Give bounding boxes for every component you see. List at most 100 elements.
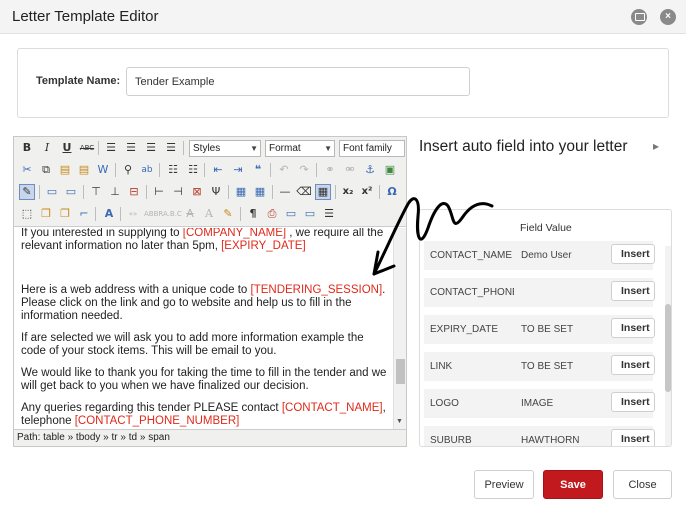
show-blocks-icon[interactable]: ⬚ xyxy=(19,206,35,222)
italic-icon[interactable]: I xyxy=(39,140,55,156)
remove-format-icon[interactable]: ⌫ xyxy=(296,184,312,200)
attributes-icon[interactable]: ✎ xyxy=(220,206,236,222)
insert-layer-icon[interactable]: ❐ xyxy=(38,206,54,222)
auto-field-row: LINK TO BE SET Insert xyxy=(424,352,655,381)
replace-icon[interactable]: ab xyxy=(139,162,155,178)
close-window-icon[interactable]: × xyxy=(660,9,676,25)
paragraph-intro: If you interested in supplying to [COMPA… xyxy=(21,228,391,253)
chevron-right-icon[interactable]: ▸ xyxy=(653,139,659,153)
delete-col-icon[interactable]: ⊠ xyxy=(189,184,205,200)
align-center-icon[interactable]: ☰ xyxy=(123,140,139,156)
insert-field-button[interactable]: Insert xyxy=(611,392,655,412)
page-break-icon[interactable]: ☰ xyxy=(321,206,337,222)
insert-field-button[interactable]: Insert xyxy=(611,281,655,301)
indent-icon[interactable]: ⇥ xyxy=(230,162,246,178)
underline-icon[interactable]: U xyxy=(59,140,75,156)
outdent-icon[interactable]: ⇤ xyxy=(210,162,226,178)
copy-icon[interactable]: ⧉ xyxy=(38,162,54,178)
editor-scrollbar[interactable]: ▼ xyxy=(393,228,406,429)
paste-icon[interactable]: ▤ xyxy=(57,162,73,178)
template-name-input[interactable] xyxy=(126,67,470,96)
numbered-list-icon[interactable]: ☷ xyxy=(185,162,201,178)
image-icon[interactable]: ▣ xyxy=(382,162,398,178)
editor-content-area[interactable]: If you interested in supplying to [COMPA… xyxy=(14,228,393,429)
editor-scrollbar-thumb[interactable] xyxy=(396,359,405,384)
del-icon[interactable]: A xyxy=(182,206,198,222)
visual-aid-icon[interactable]: ▦ xyxy=(315,184,331,200)
cite-icon[interactable]: «» xyxy=(125,206,141,222)
paragraph-text: Any queries regarding this tender PLEASE… xyxy=(21,402,282,414)
strikethrough-icon[interactable]: ABC xyxy=(79,140,95,156)
link-icon[interactable]: ⚭ xyxy=(322,162,338,178)
ins-icon[interactable]: A xyxy=(201,206,217,222)
field-name: SUBURB xyxy=(430,435,472,446)
insert-field-button[interactable]: Insert xyxy=(611,318,655,338)
horizontal-rule-icon[interactable]: — xyxy=(277,184,293,200)
insert-col-before-icon[interactable]: ⊢ xyxy=(151,184,167,200)
acronym-icon[interactable]: A.B.C xyxy=(163,206,182,222)
field-list-scrollbar[interactable] xyxy=(665,246,671,446)
font-family-select[interactable]: Font family xyxy=(339,140,405,157)
insert-field-button[interactable]: Insert xyxy=(611,244,655,264)
print-icon[interactable]: ⎙ xyxy=(264,206,280,222)
chevron-down-icon: ▼ xyxy=(250,144,258,153)
subscript-icon[interactable]: x₂ xyxy=(340,184,356,200)
letter-editor: B I U ABC ☰ ☰ ☰ ☰ Styles ▼ Format ▼ Font f… xyxy=(13,136,407,447)
insert-row-after-icon[interactable]: ⊥ xyxy=(107,184,123,200)
paragraph-queries: Any queries regarding this tender PLEASE… xyxy=(21,402,391,428)
superscript-icon[interactable]: x² xyxy=(359,184,375,200)
bold-icon[interactable]: B xyxy=(19,140,35,156)
restore-window-icon[interactable] xyxy=(631,9,647,25)
bullet-list-icon[interactable]: ☷ xyxy=(165,162,181,178)
table-icon[interactable]: ▦ xyxy=(233,184,249,200)
auto-field-list: Field Value CONTACT_NAME Demo User Inser… xyxy=(419,209,672,447)
editor-toolbar: B I U ABC ☰ ☰ ☰ ☰ Styles ▼ Format ▼ Font f… xyxy=(14,137,406,227)
align-right-icon[interactable]: ☰ xyxy=(143,140,159,156)
insert-col-after-icon[interactable]: ⊣ xyxy=(170,184,186,200)
split-cells-icon[interactable]: Ψ xyxy=(208,184,224,200)
insert-row-before-icon[interactable]: ⊤ xyxy=(88,184,104,200)
cut-icon[interactable]: ✂ xyxy=(19,162,35,178)
paste-text-icon[interactable]: ▤ xyxy=(76,162,92,178)
field-token-contact-name: [CONTACT_NAME] xyxy=(281,402,383,414)
save-button[interactable]: Save xyxy=(543,470,603,499)
unlink-icon[interactable]: ⚮ xyxy=(342,162,358,178)
auto-field-row: CONTACT_PHONE_NUMBER Insert xyxy=(424,278,655,307)
paste-word-icon[interactable]: W xyxy=(95,162,111,178)
styles-select[interactable]: Styles ▼ xyxy=(189,140,261,157)
html-source-icon[interactable]: ✎ xyxy=(19,184,35,200)
blockquote-icon[interactable]: ❝ xyxy=(250,162,266,178)
undo-icon[interactable]: ↶ xyxy=(276,162,292,178)
align-left-icon[interactable]: ☰ xyxy=(103,140,119,156)
field-value: TO BE SET xyxy=(521,324,574,335)
layer-forward-icon[interactable]: ❐ xyxy=(57,206,73,222)
scroll-down-icon[interactable]: ▼ xyxy=(396,418,403,425)
format-select[interactable]: Format ▼ xyxy=(265,140,335,157)
close-button[interactable]: Close xyxy=(613,470,672,499)
redo-icon[interactable]: ↷ xyxy=(296,162,312,178)
paragraph-text: We would like to thank you for taking th… xyxy=(21,367,387,392)
field-token-tendering-session: [TENDERING_SESSION] xyxy=(250,284,383,296)
table-cell-props-icon[interactable]: ▭ xyxy=(63,184,79,200)
pilcrow-icon[interactable]: ¶ xyxy=(245,206,261,222)
find-icon[interactable]: ⚲ xyxy=(120,162,136,178)
table-row-props-icon[interactable]: ▭ xyxy=(44,184,60,200)
paragraph-text: Here is a web address with a unique code… xyxy=(21,284,251,296)
layer-backward-icon[interactable]: ⌐ xyxy=(76,206,92,222)
dialog-titlebar: Letter Template Editor × xyxy=(0,0,686,34)
preview-button[interactable]: Preview xyxy=(474,470,534,499)
special-char-icon[interactable]: Ω xyxy=(384,184,400,200)
media-icon[interactable]: ▭ xyxy=(283,206,299,222)
insert-field-button[interactable]: Insert xyxy=(611,355,655,375)
fullscreen-icon[interactable]: ▭ xyxy=(302,206,318,222)
merge-cells-icon[interactable]: ▦ xyxy=(252,184,268,200)
style-props-icon[interactable]: A xyxy=(101,206,117,222)
auto-field-row: CONTACT_NAME Demo User Insert xyxy=(424,241,655,270)
align-justify-icon[interactable]: ☰ xyxy=(163,140,179,156)
insert-field-button[interactable]: Insert xyxy=(611,429,655,446)
field-token-contact-phone: [CONTACT_PHONE_NUMBER] xyxy=(74,415,240,427)
abbr-icon[interactable]: ABBR xyxy=(144,206,163,222)
anchor-icon[interactable]: ⚓ xyxy=(362,162,378,178)
field-list-scrollbar-thumb[interactable] xyxy=(665,304,671,392)
delete-row-icon[interactable]: ⊟ xyxy=(126,184,142,200)
